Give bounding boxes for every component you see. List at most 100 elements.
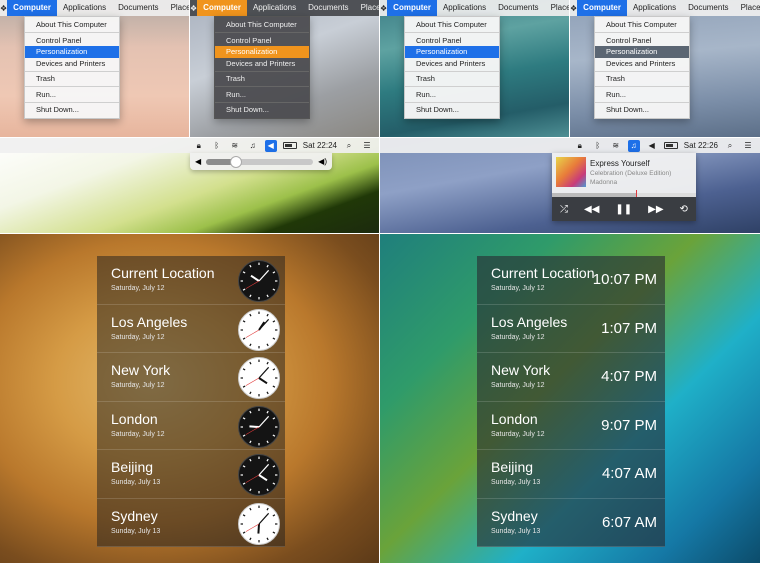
menu-separator	[25, 101, 119, 103]
menu-places[interactable]: Places	[355, 0, 379, 16]
menu-run[interactable]: Run...	[215, 89, 309, 101]
status-clock[interactable]: Sat 22:26	[684, 141, 718, 150]
lock-icon[interactable]: 🔒︎	[193, 140, 205, 152]
clock-row[interactable]: Beijing Sunday, July 13	[97, 450, 285, 499]
menu-personalization[interactable]: Personalization	[405, 46, 499, 58]
repeat-icon[interactable]: ⟲	[680, 204, 688, 215]
menu-documents[interactable]: Documents	[302, 0, 354, 16]
menu-places[interactable]: Places	[545, 0, 569, 16]
menu-computer[interactable]: Computer	[197, 0, 247, 16]
menu-places[interactable]: Places	[165, 0, 189, 16]
menu-shut-down[interactable]: Shut Down...	[215, 104, 309, 116]
list-icon[interactable]: ☰	[742, 140, 754, 152]
menu-documents[interactable]: Documents	[492, 0, 544, 16]
lock-icon[interactable]: 🔒︎	[574, 140, 586, 152]
menu-devices-printers[interactable]: Devices and Printers	[405, 58, 499, 70]
clock-row[interactable]: Current Location Saturday, July 12	[97, 256, 285, 305]
wifi-icon[interactable]: ≋	[229, 140, 241, 152]
menu-separator	[595, 70, 689, 72]
windows-logo-icon[interactable]: ❖	[380, 4, 387, 13]
volume-icon[interactable]: ◀	[646, 140, 658, 152]
search-icon[interactable]: ⌕	[724, 140, 736, 152]
clock-row[interactable]: Sydney Sunday, July 13 6:07 AM	[477, 499, 665, 547]
menu-computer[interactable]: Computer	[577, 0, 627, 16]
menu-about[interactable]: About This Computer	[405, 19, 499, 31]
menu-about[interactable]: About This Computer	[25, 19, 119, 31]
clock-row[interactable]: Beijing Sunday, July 13 4:07 AM	[477, 450, 665, 499]
clock-row[interactable]: London Saturday, July 12	[97, 402, 285, 450]
menu-applications[interactable]: Applications	[247, 0, 302, 16]
menu-about[interactable]: About This Computer	[595, 19, 689, 31]
menu-personalization[interactable]: Personalization	[595, 46, 689, 58]
menu-devices-printers[interactable]: Devices and Printers	[595, 58, 689, 70]
menu-documents[interactable]: Documents	[682, 0, 734, 16]
bluetooth-icon[interactable]: ᛒ	[211, 140, 223, 152]
menu-trash[interactable]: Trash	[405, 73, 499, 85]
menu-trash[interactable]: Trash	[215, 73, 309, 85]
clock-row[interactable]: London Saturday, July 12 9:07 PM	[477, 402, 665, 450]
menu-shut-down[interactable]: Shut Down...	[25, 104, 119, 116]
volume-slider[interactable]	[206, 155, 314, 168]
menu-applications[interactable]: Applications	[437, 0, 492, 16]
windows-logo-icon[interactable]: ❖	[190, 4, 197, 13]
previous-icon[interactable]: ◀◀	[584, 204, 599, 215]
menu-separator	[215, 70, 309, 72]
clock-date: Sunday, July 13	[111, 479, 161, 486]
clock-city: New York	[111, 362, 171, 378]
clock-row[interactable]: New York Saturday, July 12 4:07 PM	[477, 353, 665, 402]
clock-tick	[272, 433, 276, 437]
music-icon[interactable]: ♫	[247, 140, 259, 152]
menu-computer[interactable]: Computer	[387, 0, 437, 16]
menu-personalization[interactable]: Personalization	[25, 46, 119, 58]
status-clock[interactable]: Sat 22:24	[303, 141, 337, 150]
menu-control-panel[interactable]: Control Panel	[215, 35, 309, 47]
clock-row[interactable]: Los Angeles Saturday, July 12	[97, 305, 285, 353]
menu-about[interactable]: About This Computer	[215, 19, 309, 31]
battery-icon[interactable]	[282, 142, 297, 149]
volume-knob[interactable]	[230, 155, 243, 168]
computer-dropdown: About This Computer Control Panel Person…	[214, 16, 310, 119]
menu-control-panel[interactable]: Control Panel	[405, 35, 499, 47]
clock-row[interactable]: Los Angeles Saturday, July 12 1:07 PM	[477, 305, 665, 353]
menu-separator	[405, 86, 499, 87]
clock-row[interactable]: Current Location Saturday, July 12 10:07 P…	[477, 256, 665, 305]
menu-shut-down[interactable]: Shut Down...	[405, 104, 499, 116]
menu-shut-down[interactable]: Shut Down...	[595, 104, 689, 116]
clock-row[interactable]: Sydney Sunday, July 13	[97, 499, 285, 547]
windows-logo-icon[interactable]: ❖	[570, 4, 577, 13]
menu-control-panel[interactable]: Control Panel	[25, 35, 119, 47]
bluetooth-icon[interactable]: ᛒ	[592, 140, 604, 152]
menu-computer[interactable]: Computer	[7, 0, 57, 16]
clock-tick	[272, 336, 276, 340]
menu-personalization[interactable]: Personalization	[215, 46, 309, 58]
windows-logo-icon[interactable]: ❖	[0, 4, 7, 13]
menu-trash[interactable]: Trash	[595, 73, 689, 85]
status-bar: 🔒︎ ᛒ ≋ ♫ ◀ Sat 22:24 ⌕ ☰	[0, 138, 379, 153]
menu-run[interactable]: Run...	[25, 89, 119, 101]
menu-run[interactable]: Run...	[405, 89, 499, 101]
search-icon[interactable]: ⌕	[343, 140, 355, 152]
volume-icon[interactable]: ◀	[264, 139, 277, 152]
list-icon[interactable]: ☰	[361, 140, 373, 152]
menu-applications[interactable]: Applications	[627, 0, 682, 16]
menu-applications[interactable]: Applications	[57, 0, 112, 16]
menu-places[interactable]: Places	[735, 0, 760, 16]
clock-tick	[272, 319, 276, 323]
battery-icon[interactable]	[663, 142, 678, 149]
menu-run[interactable]: Run...	[595, 89, 689, 101]
clock-row[interactable]: New York Saturday, July 12	[97, 353, 285, 402]
menu-documents[interactable]: Documents	[112, 0, 164, 16]
menu-control-panel[interactable]: Control Panel	[595, 35, 689, 47]
menu-variant-dark-orange: ❖ Computer Applications Documents Places…	[190, 0, 379, 137]
shuffle-icon[interactable]: ⤮	[560, 204, 568, 215]
clock-date: Saturday, July 12	[111, 333, 165, 341]
pause-icon[interactable]: ❚❚	[615, 204, 632, 215]
menu-separator	[595, 86, 689, 87]
menu-trash[interactable]: Trash	[25, 73, 119, 85]
menu-devices-printers[interactable]: Devices and Printers	[215, 58, 309, 70]
next-icon[interactable]: ▶▶	[648, 204, 663, 215]
menu-devices-printers[interactable]: Devices and Printers	[25, 58, 119, 70]
clock-tick	[242, 319, 246, 323]
music-icon[interactable]: ♫	[627, 139, 640, 152]
wifi-icon[interactable]: ≋	[610, 140, 622, 152]
